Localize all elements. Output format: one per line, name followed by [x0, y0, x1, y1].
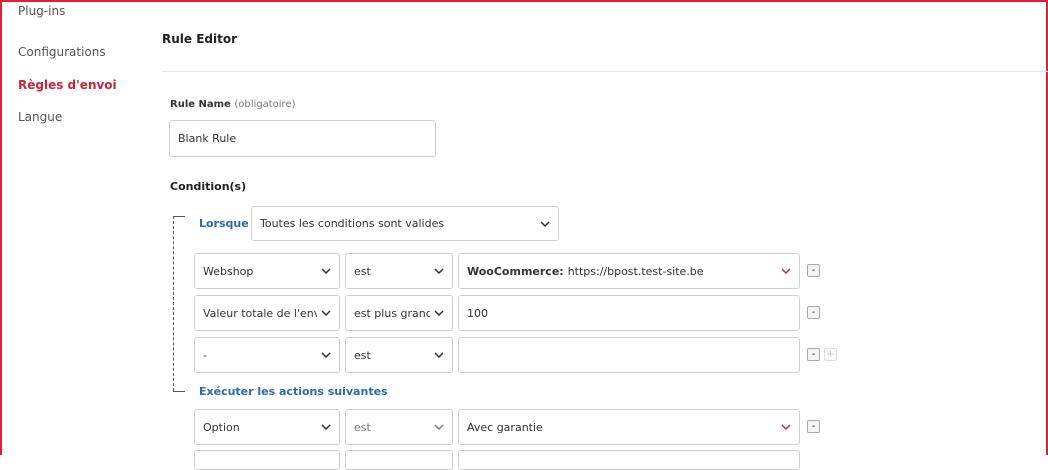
condition-field-value: Webshop: [203, 264, 254, 278]
condition-value-select[interactable]: WooCommerce: https://bpost.test-site.be: [458, 253, 800, 289]
condition-value-input[interactable]: 100: [458, 295, 800, 331]
chevron-down-icon: [434, 424, 444, 430]
when-select[interactable]: Toutes les conditions sont valides: [251, 206, 559, 241]
chevron-down-icon: [434, 352, 444, 358]
actions-label: Exécuter les actions suivantes: [199, 385, 388, 398]
condition-field-select[interactable]: -: [194, 337, 340, 373]
conditions-heading: Condition(s): [170, 180, 247, 193]
chevron-down-icon: [321, 310, 331, 316]
remove-action-button[interactable]: -: [807, 420, 820, 433]
conditions-bracket-bottom: [173, 391, 185, 392]
when-select-value: Toutes les conditions sont valides: [260, 217, 445, 230]
conditions-bracket-top: [173, 216, 185, 217]
sidebar-item-configurations[interactable]: Configurations: [18, 45, 106, 59]
action-value-select[interactable]: Avec garantie: [458, 409, 800, 445]
action-operator-value: est: [354, 420, 371, 434]
remove-condition-button[interactable]: -: [807, 306, 820, 319]
rule-name-value: Blank Rule: [178, 132, 237, 145]
action-value-select-next[interactable]: [458, 450, 800, 470]
rule-name-hint: (obligatoire): [234, 99, 296, 110]
remove-condition-button[interactable]: -: [807, 348, 820, 361]
chevron-down-icon: [321, 424, 331, 430]
condition-operator-select[interactable]: est plus grand que: [345, 295, 453, 331]
condition-field-select[interactable]: Valeur totale de l'envoi: [194, 295, 340, 331]
action-operator-select-next[interactable]: [345, 450, 453, 470]
chevron-down-icon: [321, 268, 331, 274]
action-field-select-next[interactable]: [194, 450, 340, 470]
sidebar-item-langue[interactable]: Langue: [18, 110, 62, 124]
condition-operator-select[interactable]: est: [345, 253, 453, 289]
condition-operator-value: est: [354, 264, 371, 278]
condition-operator-value: est: [354, 348, 371, 362]
condition-value-input[interactable]: [458, 337, 800, 373]
condition-field-select[interactable]: Webshop: [194, 253, 340, 289]
condition-operator-value: est plus grand que: [354, 306, 430, 320]
condition-value-text: 100: [467, 306, 488, 320]
chevron-down-icon: [781, 268, 791, 274]
when-label: Lorsque: [199, 217, 249, 230]
chevron-down-icon: [434, 268, 444, 274]
action-field-value: Option: [203, 420, 240, 434]
condition-field-value: -: [203, 348, 207, 362]
rule-editor: Rule Editor Rule Name (obligatoire) Blan…: [140, 0, 1048, 470]
page-title: Rule Editor: [162, 32, 238, 46]
sidebar-item-regles-envoi[interactable]: Règles d'envoi: [18, 78, 117, 92]
sidebar: Plug-ins Configurations Règles d'envoi L…: [0, 0, 140, 455]
remove-condition-button[interactable]: -: [807, 264, 820, 277]
chevron-down-icon: [540, 220, 550, 227]
condition-field-value: Valeur totale de l'envoi: [203, 306, 317, 320]
rule-name-label-text: Rule Name: [170, 99, 231, 110]
sidebar-item-plugins[interactable]: Plug-ins: [18, 4, 65, 18]
rule-name-input[interactable]: Blank Rule: [169, 120, 436, 157]
chevron-down-icon: [434, 310, 444, 316]
rule-name-label: Rule Name (obligatoire): [170, 99, 296, 110]
webshop-url: https://bpost.test-site.be: [567, 264, 704, 278]
conditions-bracket-line: [173, 216, 174, 391]
chevron-down-icon: [781, 424, 791, 430]
action-value-text: Avec garantie: [467, 420, 543, 434]
webshop-platform: WooCommerce:: [467, 264, 564, 278]
condition-operator-select[interactable]: est: [345, 337, 453, 373]
action-operator-select[interactable]: est: [345, 409, 453, 445]
action-field-select[interactable]: Option: [194, 409, 340, 445]
add-condition-button[interactable]: +: [824, 348, 837, 361]
chevron-down-icon: [321, 352, 331, 358]
divider: [162, 71, 1048, 72]
